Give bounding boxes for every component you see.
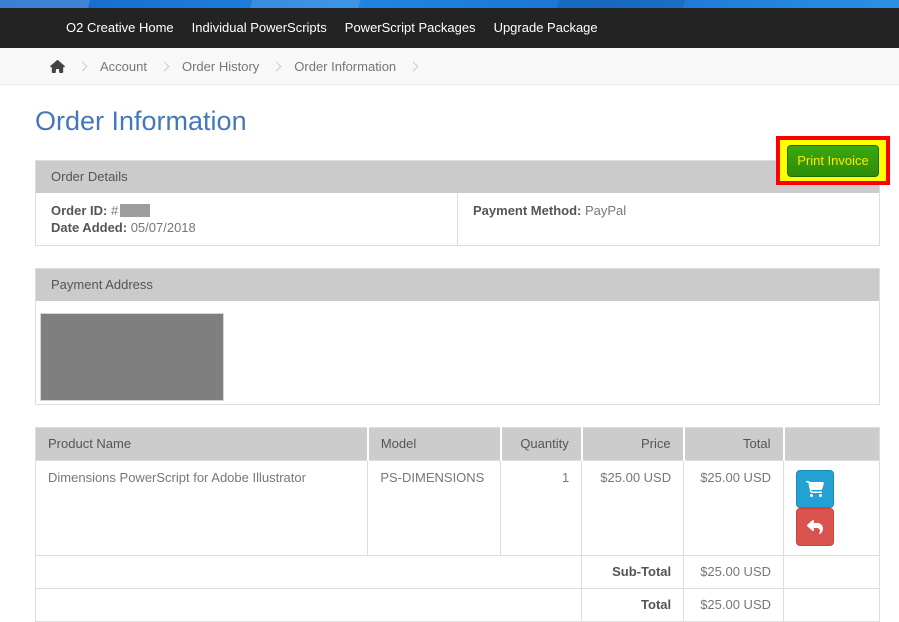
col-total: Total: [684, 428, 784, 461]
total-spacer: [36, 589, 582, 622]
total-row: Total $25.00 USD: [36, 589, 880, 622]
top-accent-strip: [0, 0, 899, 8]
order-id-value: #: [111, 203, 118, 218]
chevron-right-icon: [160, 61, 170, 71]
subtotal-value: $25.00 USD: [684, 556, 784, 589]
subtotal-actions-spacer: [784, 556, 880, 589]
nav-item-individual-powerscripts[interactable]: Individual PowerScripts: [183, 8, 336, 48]
order-details-panel: Order Details Order ID: # Date Added: 05…: [35, 160, 880, 246]
date-added-line: Date Added: 05/07/2018: [51, 219, 442, 236]
redacted-address: [40, 313, 224, 401]
order-details-right: Payment Method: PayPal: [458, 193, 879, 245]
payment-address-panel: Payment Address: [35, 268, 880, 405]
table-row: Dimensions PowerScript for Adobe Illustr…: [36, 461, 880, 556]
payment-address-heading: Payment Address: [36, 269, 879, 301]
actions-cell: [784, 461, 880, 556]
order-details-heading: Order Details: [36, 161, 879, 193]
return-button[interactable]: [796, 508, 834, 546]
table-header-row: Product Name Model Quantity Price Total: [36, 428, 880, 461]
subtotal-label: Sub-Total: [582, 556, 684, 589]
col-quantity: Quantity: [501, 428, 582, 461]
breadcrumb-order-history[interactable]: Order History: [182, 59, 259, 74]
print-invoice-button[interactable]: Print Invoice: [787, 145, 879, 177]
total-label: Total: [582, 589, 684, 622]
payment-method-label: Payment Method:: [473, 203, 581, 218]
breadcrumb-order-information[interactable]: Order Information: [294, 59, 396, 74]
col-actions: [784, 428, 880, 461]
nav-item-powerscript-packages[interactable]: PowerScript Packages: [336, 8, 485, 48]
date-added-value: 05/07/2018: [131, 220, 196, 235]
order-details-left: Order ID: # Date Added: 05/07/2018: [36, 193, 458, 245]
col-model: Model: [368, 428, 501, 461]
breadcrumb-account[interactable]: Account: [100, 59, 147, 74]
quantity-cell: 1: [501, 461, 582, 556]
payment-method-line: Payment Method: PayPal: [473, 202, 864, 219]
reply-icon: [807, 519, 823, 535]
cart-icon: [806, 481, 824, 497]
order-items-table: Product Name Model Quantity Price Total …: [35, 427, 880, 622]
subtotal-row: Sub-Total $25.00 USD: [36, 556, 880, 589]
col-price: Price: [582, 428, 684, 461]
total-value: $25.00 USD: [684, 589, 784, 622]
col-product-name: Product Name: [36, 428, 368, 461]
nav-item-o2-creative-home[interactable]: O2 Creative Home: [57, 8, 183, 48]
breadcrumb: Account Order History Order Information: [0, 48, 899, 85]
redacted-order-id: [120, 204, 150, 217]
page-title: Order Information: [35, 103, 880, 139]
subtotal-spacer: [36, 556, 582, 589]
order-id-label: Order ID:: [51, 203, 107, 218]
chevron-right-icon: [409, 61, 419, 71]
price-cell: $25.00 USD: [582, 461, 684, 556]
nav-item-upgrade-package[interactable]: Upgrade Package: [485, 8, 607, 48]
payment-address-body: [36, 301, 879, 404]
print-invoice-highlight: Print Invoice: [776, 136, 890, 185]
chevron-right-icon: [78, 61, 88, 71]
order-information-page: { "nav": { "items": [ {"label": "O2 Crea…: [0, 0, 899, 596]
order-id-line: Order ID: #: [51, 202, 442, 219]
home-icon[interactable]: [50, 60, 65, 73]
main-nav: O2 Creative Home Individual PowerScripts…: [0, 8, 899, 48]
product-name-cell: Dimensions PowerScript for Adobe Illustr…: [36, 461, 368, 556]
total-cell: $25.00 USD: [684, 461, 784, 556]
add-to-cart-button[interactable]: [796, 470, 834, 508]
order-details-body: Order ID: # Date Added: 05/07/2018 Payme…: [36, 193, 879, 245]
payment-method-value: PayPal: [585, 203, 626, 218]
chevron-right-icon: [272, 61, 282, 71]
content: Order Information Print Invoice Order De…: [35, 103, 880, 622]
model-cell: PS-DIMENSIONS: [368, 461, 501, 556]
date-added-label: Date Added:: [51, 220, 127, 235]
total-actions-spacer: [784, 589, 880, 622]
